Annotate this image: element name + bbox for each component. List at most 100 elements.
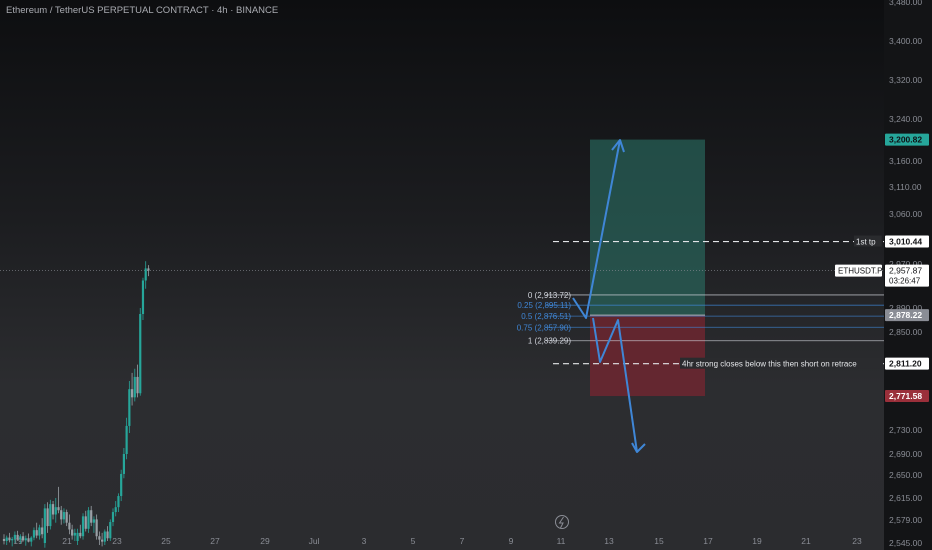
x-tick-label: 13: [604, 536, 614, 546]
candle-body: [139, 314, 142, 394]
candle-body: [21, 536, 25, 541]
fib-level-label: 0 (2,913.72): [528, 291, 571, 300]
candle-body: [51, 504, 55, 515]
x-tick-label: 27: [210, 536, 220, 546]
x-tick-label: 17: [703, 536, 713, 546]
candle-body: [43, 508, 46, 543]
candle-body: [16, 534, 19, 540]
candle-body: [141, 280, 145, 314]
annotation-text: 1st tp: [856, 238, 876, 247]
annotation-price-badge: 2,811.20: [889, 359, 922, 369]
y-tick-label: 3,320.00: [889, 75, 922, 85]
candle-body: [73, 532, 76, 536]
candle-body: [95, 519, 98, 537]
candle-body: [60, 510, 63, 520]
y-tick-label: 3,240.00: [889, 114, 922, 124]
candle-body: [109, 522, 112, 539]
stop-price-badge: 2,771.58: [889, 391, 922, 401]
candle-body: [122, 454, 125, 474]
candle-body: [125, 425, 128, 454]
candle-body: [117, 496, 120, 508]
x-tick-label: 15: [654, 536, 664, 546]
bear-scenario-arrow-head: [631, 442, 646, 453]
candle-body: [98, 536, 101, 540]
candle-body: [87, 510, 90, 529]
y-tick-label: 3,110.00: [889, 182, 922, 192]
fib-level-label: 0.75 (2,857.90): [517, 323, 572, 332]
y-tick-label: 2,545.00: [889, 538, 922, 548]
symbol-label: ETHUSDT.P: [838, 267, 882, 276]
candle-body: [147, 268, 150, 271]
last-price-value: 2,957.87: [889, 266, 922, 276]
price-chart[interactable]: 3,480.00 3,400.00 3,320.00 3,240.00 3,160.00…: [0, 0, 932, 550]
candle-body: [106, 531, 109, 539]
y-tick-label: 3,480.00: [889, 0, 922, 7]
x-tick-label: 9: [509, 536, 514, 546]
y-tick-label: 2,850.00: [889, 327, 922, 337]
candle-body: [120, 473, 123, 497]
candle-body: [133, 376, 136, 398]
candle-body: [92, 519, 96, 523]
y-tick-label: 2,690.00: [889, 449, 922, 459]
chart-title: Ethereum / TetherUS PERPETUAL CONTRACT ·…: [6, 5, 279, 16]
candle-body: [84, 516, 87, 529]
y-tick-label: 3,160.00: [889, 156, 922, 166]
x-tick-label: 21: [801, 536, 811, 546]
chart-canvas[interactable]: 3,480.00 3,400.00 3,320.00 3,240.00 3,160.00…: [0, 0, 932, 550]
x-tick-label: 23: [852, 536, 862, 546]
fib-level-label: 0.5 (2,876.51): [521, 312, 571, 321]
x-tick-label: 5: [411, 536, 416, 546]
y-tick-label: 2,579.00: [889, 515, 922, 525]
candle-body: [57, 507, 60, 511]
candle-body: [49, 504, 52, 527]
fib-level-label: 0.25 (2,895.11): [517, 301, 571, 310]
fib-level-label: 1 (2,839.29): [528, 337, 571, 346]
candle-body: [11, 538, 14, 541]
lightning-icon-bolt: [558, 516, 564, 529]
candle-body: [5, 537, 8, 541]
target-price-badge: 3,200.82: [889, 135, 922, 145]
lightning-icon: [555, 515, 569, 529]
candle-body: [101, 539, 104, 542]
candle-body: [81, 516, 85, 537]
candle-body: [103, 531, 106, 542]
y-tick-label: 2,615.00: [889, 493, 922, 503]
candle-body: [46, 508, 49, 527]
candle-body: [27, 538, 30, 542]
last-price-countdown: 03:26:47: [889, 277, 921, 286]
x-tick-label: 3: [362, 536, 367, 546]
x-tick-label: 19: [752, 536, 762, 546]
candle-body: [38, 527, 41, 536]
candle-body: [130, 389, 134, 398]
y-tick-label: 2,650.00: [889, 470, 922, 480]
candle-body: [71, 529, 74, 536]
x-tick-label: 21: [62, 536, 72, 546]
candle-body: [30, 537, 33, 542]
candle-body: [19, 536, 22, 540]
candle-body: [62, 512, 66, 520]
candle-body: [114, 507, 117, 513]
candle-body: [13, 534, 16, 539]
candle-body: [128, 389, 131, 426]
x-tick-label: 23: [112, 536, 122, 546]
candle-body: [68, 522, 71, 530]
candle-body: [144, 268, 147, 281]
x-tick-label: 25: [161, 536, 171, 546]
x-tick-label: Jul: [309, 536, 320, 546]
candle-body: [35, 530, 38, 536]
candle-body: [2, 538, 6, 541]
candle-body: [24, 538, 27, 541]
candle-body: [76, 532, 79, 541]
annotation-price-badge: 3,010.44: [889, 237, 922, 247]
y-tick-label: 2,730.00: [889, 425, 922, 435]
candle-body: [136, 376, 139, 394]
candle-body: [32, 530, 36, 538]
candle-body: [111, 512, 115, 523]
y-tick-label: 3,060.00: [889, 209, 922, 219]
candle-body: [79, 532, 82, 537]
candle-body: [90, 510, 93, 523]
x-tick-label: 11: [557, 536, 566, 546]
candle-body: [41, 527, 44, 535]
y-tick-label: 3,400.00: [889, 36, 922, 46]
annotation-text: 4hr strong closes below this then short …: [682, 360, 857, 369]
